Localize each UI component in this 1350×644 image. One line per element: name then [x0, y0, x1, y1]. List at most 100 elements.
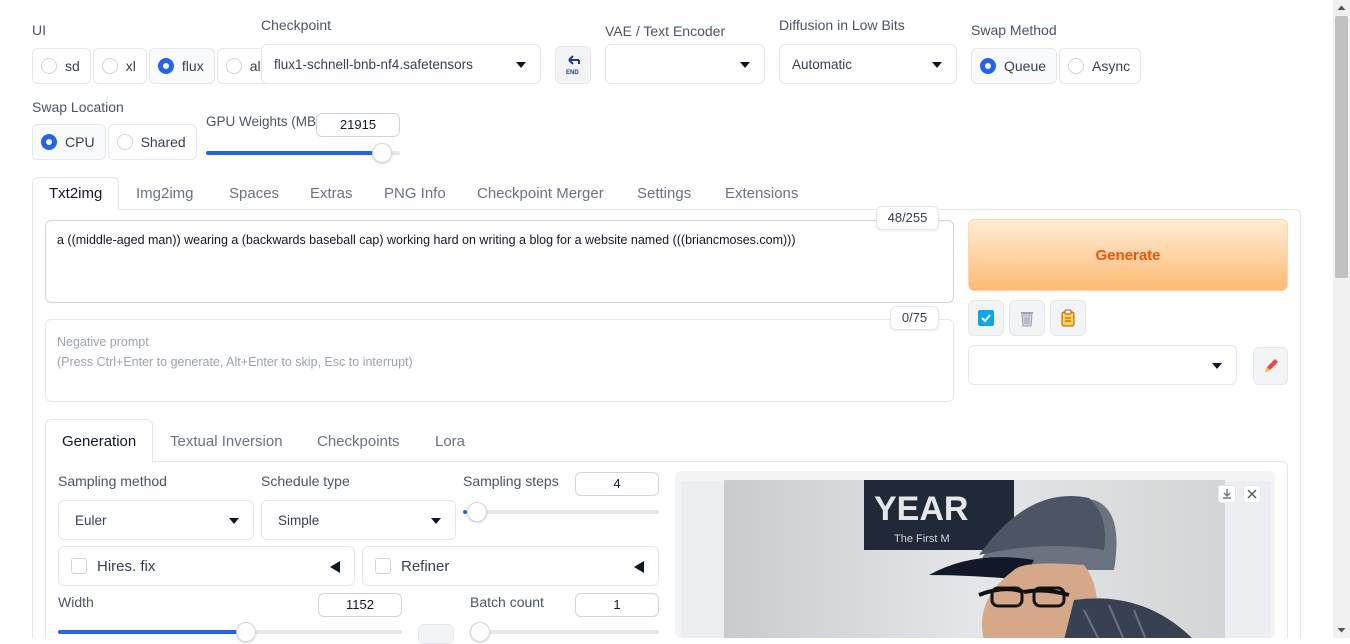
- chevron-down-icon: [740, 62, 750, 68]
- ui-label: UI: [32, 22, 46, 38]
- width-slider[interactable]: [58, 622, 402, 642]
- hires-fix-accordion[interactable]: Hires. fix: [58, 546, 355, 586]
- output-gallery: YEAR The First M: [675, 471, 1275, 638]
- tab-join: [33, 208, 118, 211]
- scrollbar-track[interactable]: [1333, 0, 1350, 638]
- download-button[interactable]: [1218, 485, 1236, 503]
- schedule-type-label: Schedule type: [261, 473, 350, 489]
- tab-checkpoint-merger[interactable]: Checkpoint Merger: [477, 185, 604, 202]
- negative-prompt-textarea[interactable]: Negative prompt (Press Ctrl+Enter to gen…: [45, 319, 954, 402]
- tab-png-info[interactable]: PNG Info: [384, 185, 446, 202]
- clipboard-icon: [1061, 309, 1075, 327]
- sampling-steps-label: Sampling steps: [463, 473, 559, 489]
- gpu-weights-slider[interactable]: [206, 143, 400, 163]
- checkpoint-select[interactable]: flux1-schnell-bnb-nf4.safetensors: [261, 44, 541, 84]
- checkbox-check-icon: [978, 310, 994, 326]
- hires-fix-checkbox[interactable]: [71, 558, 87, 574]
- unload-icon: END: [566, 55, 580, 75]
- scrollbar-thumb[interactable]: [1335, 16, 1348, 278]
- radio-dot: [157, 58, 174, 74]
- width-input[interactable]: 1152: [318, 593, 402, 617]
- chevron-down-icon: [229, 518, 239, 524]
- refiner-accordion[interactable]: Refiner: [362, 546, 659, 586]
- swap-method-label: Swap Method: [971, 22, 1057, 38]
- ui-option-flux[interactable]: flux: [148, 48, 215, 84]
- tab-txt2img[interactable]: Txt2img: [49, 185, 102, 202]
- sampling-steps-slider[interactable]: [463, 502, 659, 522]
- svg-text:The First M: The First M: [894, 533, 950, 545]
- slider-fill: [206, 151, 382, 155]
- negative-token-counter: 0/75: [890, 306, 939, 330]
- tab-settings[interactable]: Settings: [637, 185, 691, 202]
- swap-dimensions-button[interactable]: [418, 624, 454, 644]
- chevron-down-icon: [431, 518, 441, 524]
- schedule-type-select[interactable]: Simple: [261, 500, 456, 540]
- radio-dot: [41, 134, 57, 150]
- batch-count-slider[interactable]: [470, 622, 659, 642]
- chevron-down-icon: [516, 62, 526, 68]
- swap-location-cpu[interactable]: CPU: [32, 124, 106, 160]
- radio-dot: [980, 58, 996, 74]
- apply-styles-button[interactable]: [968, 300, 1004, 336]
- radio-dot: [1068, 58, 1085, 74]
- svg-text:END: END: [566, 70, 579, 75]
- radio-dot: [116, 134, 133, 150]
- svg-text:YEAR: YEAR: [874, 490, 968, 528]
- vae-select[interactable]: [605, 44, 765, 84]
- edit-styles-button[interactable]: [1253, 347, 1288, 385]
- generate-button[interactable]: Generate: [968, 219, 1288, 291]
- radio-dot: [225, 58, 242, 74]
- styles-select[interactable]: [968, 345, 1237, 385]
- gpu-weights-label: GPU Weights (MB): [206, 114, 321, 129]
- output-image[interactable]: YEAR The First M: [724, 480, 1225, 638]
- width-label: Width: [58, 594, 94, 610]
- swap-method-queue[interactable]: Queue: [971, 48, 1058, 84]
- collapse-triangle-icon: [634, 561, 644, 573]
- vae-label: VAE / Text Encoder: [605, 23, 726, 39]
- slider-fill: [58, 630, 246, 634]
- radio-dot: [41, 58, 57, 74]
- chevron-down-icon: [932, 62, 942, 68]
- clear-prompt-button[interactable]: [1009, 300, 1045, 336]
- slider-handle[interactable]: [470, 622, 490, 642]
- checkpoint-label: Checkpoint: [261, 17, 332, 33]
- tab-extensions[interactable]: Extensions: [725, 185, 798, 202]
- tab-spaces[interactable]: Spaces: [229, 185, 279, 202]
- ui-radio-group: sd xl flux all: [32, 48, 275, 84]
- swap-method-async[interactable]: Async: [1059, 48, 1142, 84]
- slider-handle[interactable]: [236, 622, 256, 642]
- close-image-button[interactable]: [1243, 485, 1261, 503]
- trash-icon: [1021, 312, 1033, 327]
- swap-location-label: Swap Location: [32, 99, 124, 115]
- radio-dot: [101, 58, 118, 74]
- scroll-up-icon[interactable]: [1337, 4, 1346, 12]
- scroll-down-icon[interactable]: [1337, 626, 1346, 634]
- batch-count-input[interactable]: 1: [575, 593, 659, 617]
- prompt-token-counter: 48/255: [876, 206, 939, 230]
- subtab-generation[interactable]: Generation: [62, 433, 136, 450]
- diffusion-select[interactable]: Automatic: [779, 44, 957, 84]
- tab-img2img[interactable]: Img2img: [136, 185, 194, 202]
- prompt-textarea[interactable]: a ((middle-aged man)) wearing a (backwar…: [45, 220, 954, 303]
- ui-option-sd[interactable]: sd: [32, 48, 91, 84]
- chevron-down-icon: [1212, 363, 1222, 369]
- subtab-lora[interactable]: Lora: [435, 433, 465, 450]
- batch-count-label: Batch count: [470, 594, 544, 610]
- sampling-method-label: Sampling method: [58, 473, 167, 489]
- pencil-icon: [1264, 359, 1278, 372]
- slider-handle[interactable]: [372, 143, 392, 163]
- close-icon: [1247, 489, 1257, 499]
- sampling-method-select[interactable]: Euler: [58, 500, 254, 540]
- slider-handle[interactable]: [467, 502, 487, 522]
- subtab-checkpoints[interactable]: Checkpoints: [317, 433, 400, 450]
- tab-extras[interactable]: Extras: [310, 185, 353, 202]
- refresh-checkpoint-button[interactable]: END: [555, 46, 591, 84]
- download-icon: [1223, 489, 1231, 499]
- gpu-weights-input[interactable]: 21915: [316, 113, 400, 137]
- ui-option-xl[interactable]: xl: [92, 48, 147, 84]
- paste-styles-button[interactable]: [1050, 300, 1086, 336]
- subtab-textual-inversion[interactable]: Textual Inversion: [170, 433, 283, 450]
- sampling-steps-input[interactable]: 4: [575, 472, 659, 496]
- refiner-checkbox[interactable]: [375, 558, 391, 574]
- swap-location-shared[interactable]: Shared: [107, 124, 197, 160]
